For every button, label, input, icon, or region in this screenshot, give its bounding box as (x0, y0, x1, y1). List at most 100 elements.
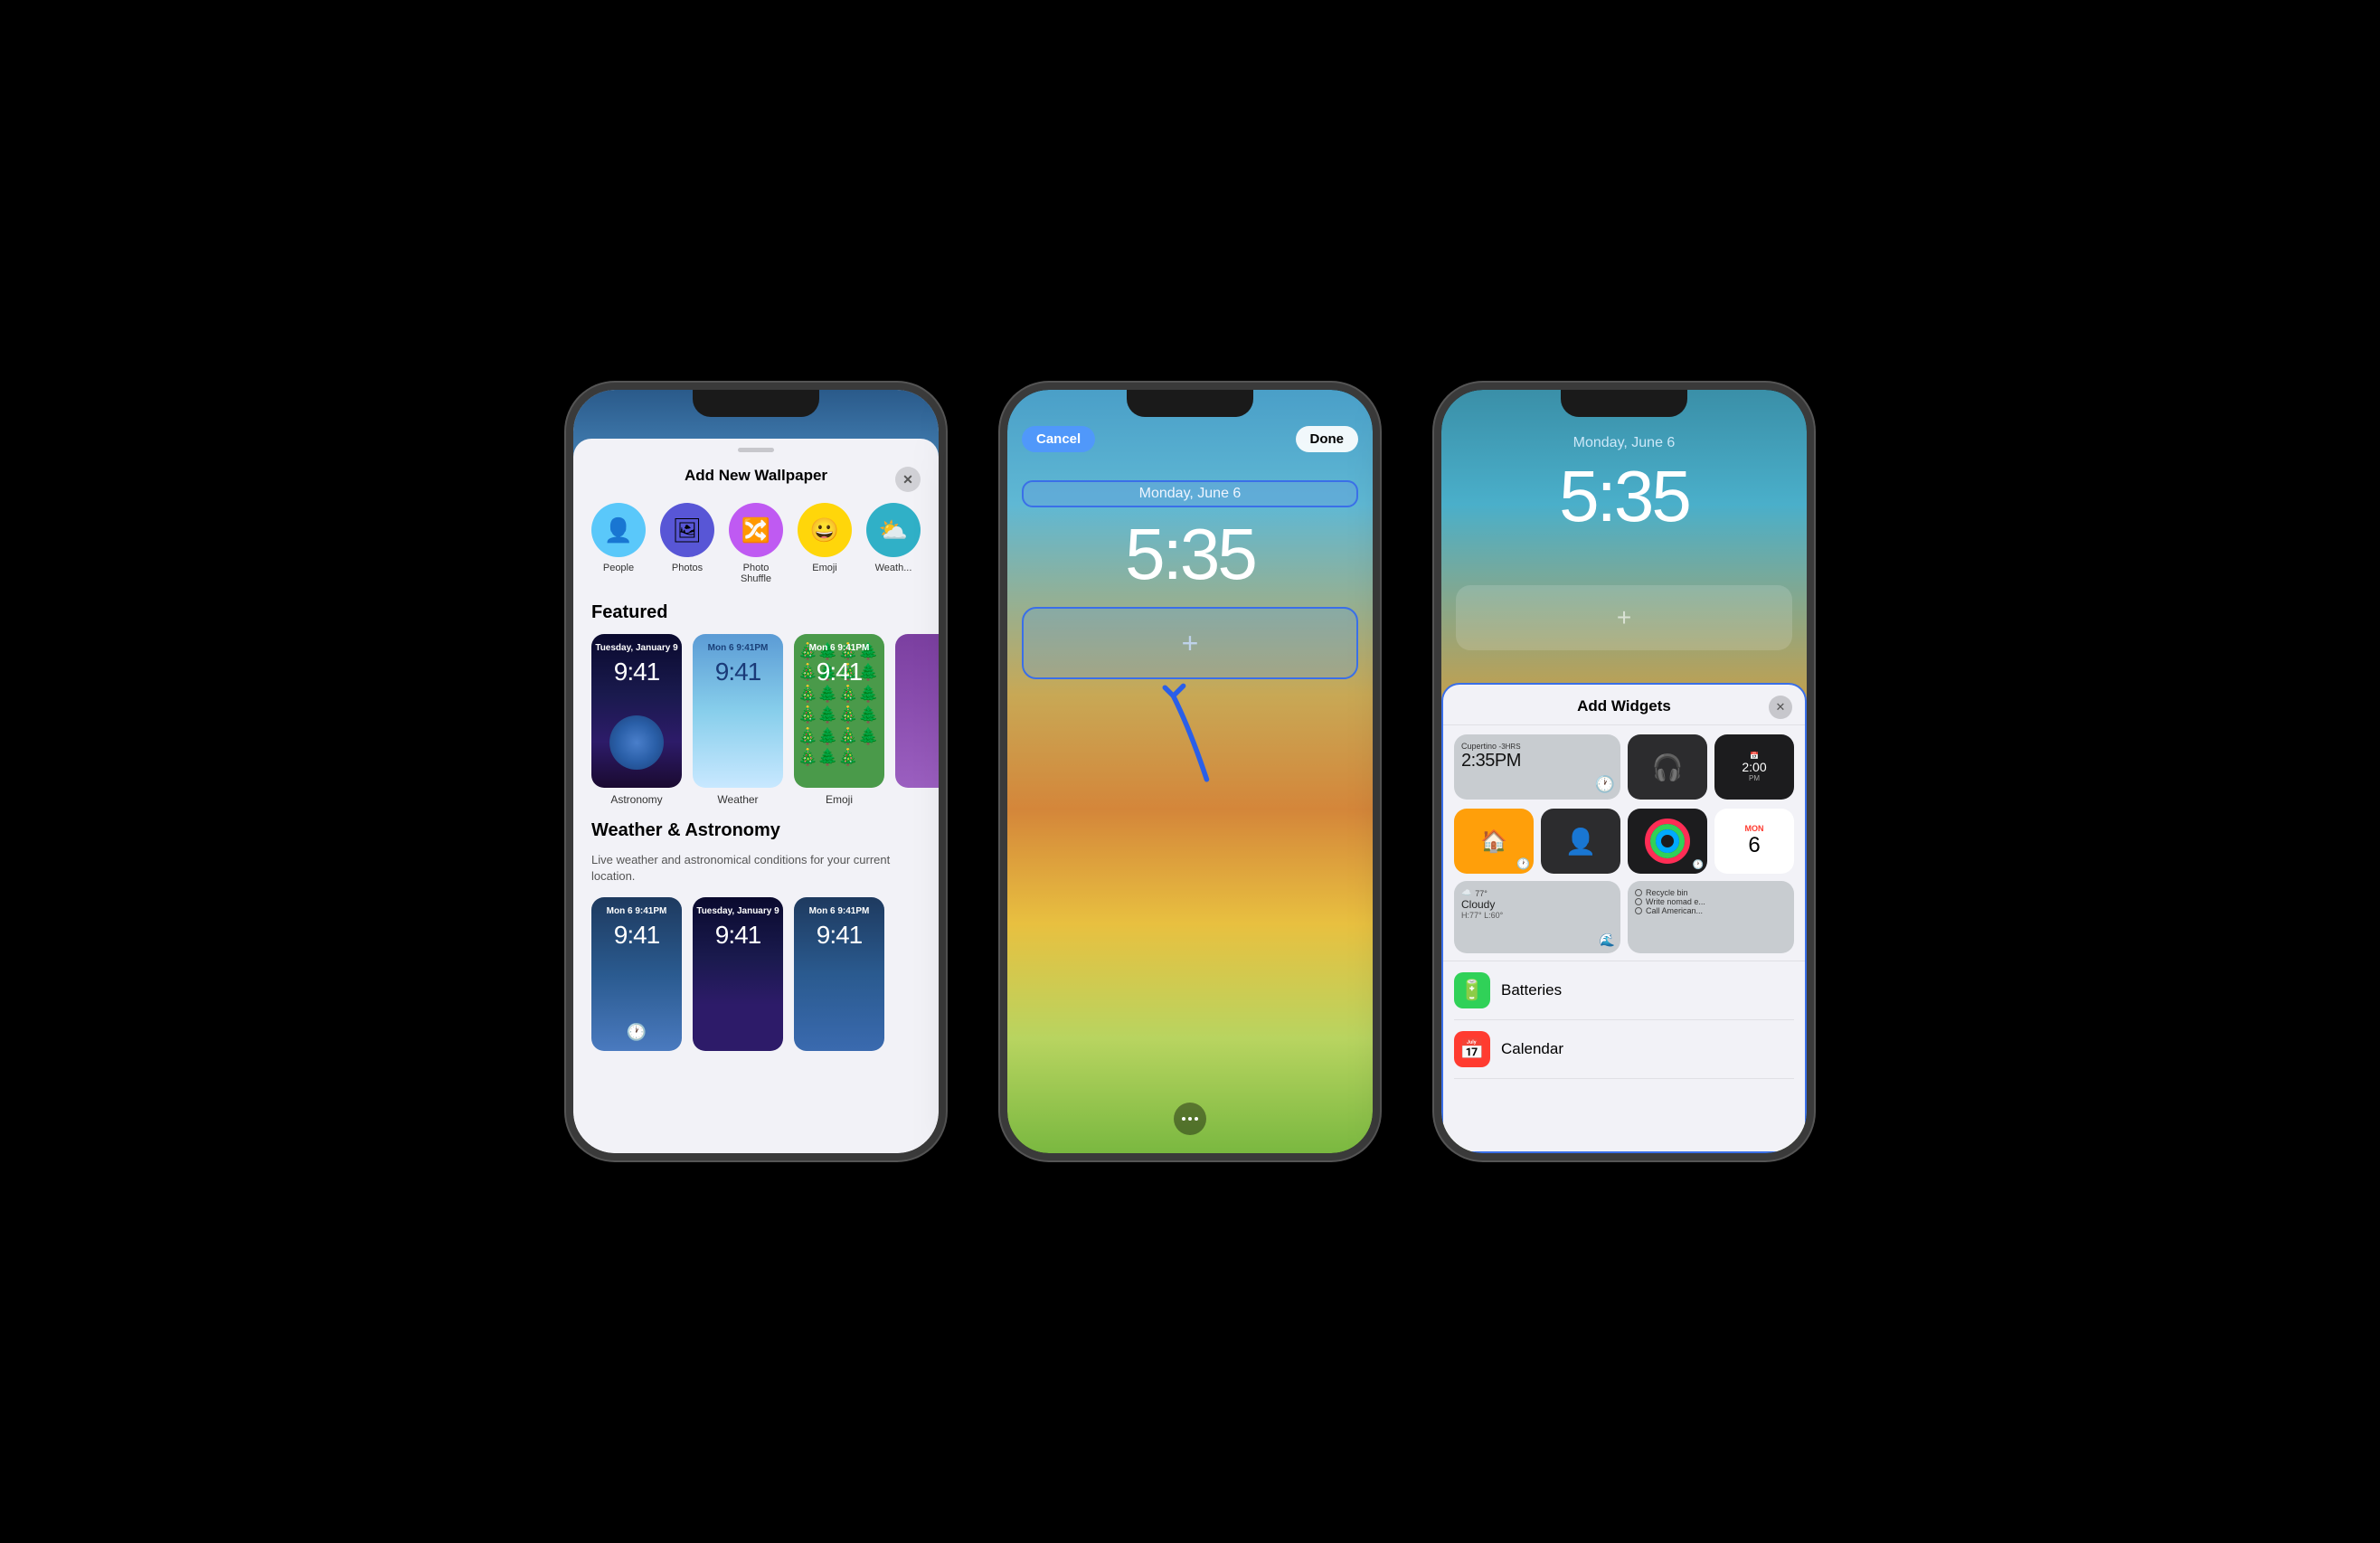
wt3-date: Mon 6 9:41PM (794, 906, 884, 916)
weather-time: 2:35PM (1461, 751, 1521, 772)
dot-1 (1182, 1117, 1185, 1121)
panel-title: Add Widgets (1577, 697, 1671, 715)
power-button-3[interactable] (1812, 553, 1814, 634)
clock-time-value: 2:00 (1742, 760, 1766, 774)
emoji-label: Emoji (826, 793, 853, 806)
phone2-time: 5:35 (1007, 513, 1373, 596)
calendar-day: 6 (1748, 833, 1760, 858)
weather-city: Cupertino -3HRS (1461, 742, 1521, 751)
people-option-icon: 👤 (591, 503, 646, 557)
batteries-list-item[interactable]: 🔋 Batteries (1454, 961, 1794, 1020)
calendar-widget[interactable]: MON 6 (1714, 809, 1794, 874)
weather-thumb-3[interactable]: Mon 6 9:41PM 9:41 (794, 897, 884, 1051)
clock-widget[interactable]: 📅 2:00 PM (1714, 734, 1794, 800)
wallpaper-option-people[interactable]: 👤 People (591, 503, 646, 584)
weather-label: Weather (717, 793, 758, 806)
featured-item-weather[interactable]: Mon 6 9:41PM 9:41 Weather (693, 634, 783, 806)
weather-thumb-2[interactable]: Tuesday, January 9 9:41 (693, 897, 783, 1051)
thumb-clock: 9:41 (591, 658, 682, 686)
volume-up-button[interactable] (566, 516, 568, 571)
calendar-month: MON (1745, 824, 1764, 833)
condition-label: Cloudy (1461, 898, 1495, 911)
weather-small-widget[interactable]: ☁️ 77° Cloudy H:77° L:60° 🌊 (1454, 881, 1620, 953)
user-widget[interactable]: 👤 (1541, 809, 1620, 874)
wallpaper-option-photoshuffle[interactable]: 🔀 PhotoShuffle (729, 503, 783, 584)
activity-ring-inner (1656, 829, 1679, 853)
done-button[interactable]: Done (1296, 426, 1359, 452)
astronomy-thumbnail: Tuesday, January 9 9:41 (591, 634, 682, 788)
reminder-item-3: Call American... (1635, 906, 1703, 915)
wt3-clock: 9:41 (794, 921, 884, 950)
purple-thumb (895, 634, 939, 788)
reminder-item-1: Recycle bin (1635, 888, 1688, 897)
astronomy-label: Astronomy (610, 793, 662, 806)
phone3-add-widget-icon: + (1617, 603, 1631, 632)
phone3-widget-area[interactable]: + (1456, 585, 1792, 650)
weather-option-label: Weath... (875, 563, 912, 573)
weather-widget-large[interactable]: Cupertino -3HRS 2:35PM 🕐 (1454, 734, 1620, 800)
modal-close-button[interactable]: ✕ (895, 467, 921, 492)
widget-grid-row3: ☁️ 77° Cloudy H:77° L:60° 🌊 Recycle bin … (1443, 881, 1805, 961)
featured-item-astronomy[interactable]: Tuesday, January 9 9:41 Astronomy (591, 634, 682, 806)
cancel-button[interactable]: Cancel (1022, 426, 1095, 452)
batteries-icon: 🔋 (1454, 972, 1490, 1008)
volume-down-button-2[interactable] (1000, 589, 1002, 643)
clock-label: PM (1742, 774, 1766, 782)
wt2-date: Tuesday, January 9 (693, 906, 783, 916)
power-button[interactable] (944, 553, 946, 634)
wallpaper-option-emoji[interactable]: 😀 Emoji (798, 503, 852, 584)
airpods-widget[interactable]: 🎧 (1628, 734, 1707, 800)
phone3-screen: Monday, June 6 5:35 + Add Widgets ✕ Cupe… (1441, 390, 1807, 1153)
dot-3 (1195, 1117, 1198, 1121)
photoshuffle-option-icon: 🔀 (729, 503, 783, 557)
emoji-thumbnail: Mon 6 9:41PM 9:41 🎄🌲🎄🌲🎄🌲🎄🌲🎄🌲🎄🌲🎄🌲🎄🌲🎄🌲🎄🌲🎄🌲… (794, 634, 884, 788)
panel-close-button[interactable]: ✕ (1769, 696, 1792, 719)
volume-down-button-3[interactable] (1434, 589, 1436, 643)
phone2-date-bar: Monday, June 6 (1022, 480, 1358, 507)
reminders-widget[interactable]: Recycle bin Write nomad e... Call Americ… (1628, 881, 1794, 953)
weather-thumb-1[interactable]: Mon 6 9:41PM 9:41 🕐 (591, 897, 682, 1051)
wt1-date: Mon 6 9:41PM (591, 906, 682, 916)
wallpaper-option-weather[interactable]: ⛅ Weath... (866, 503, 921, 584)
add-widget-plus-icon: + (1182, 627, 1199, 660)
phone2-dots-menu[interactable] (1174, 1103, 1206, 1135)
power-button-2[interactable] (1378, 553, 1380, 634)
featured-section-title: Featured (573, 602, 939, 634)
phone2-widget-area[interactable]: + (1022, 607, 1358, 679)
calendar-label: Calendar (1501, 1040, 1563, 1058)
photoshuffle-option-label: PhotoShuffle (741, 563, 771, 584)
panel-header: Add Widgets ✕ (1443, 685, 1805, 725)
weather-astronomy-grid: Mon 6 9:41PM 9:41 🕐 Tuesday, January 9 9… (573, 897, 939, 1051)
calendar-list-item[interactable]: 📅 Calendar (1454, 1020, 1794, 1079)
wallpaper-option-photos[interactable]: 🖼 Photos (660, 503, 714, 584)
weather-astronomy-title: Weather & Astronomy (573, 820, 939, 852)
wallpaper-options-row: 👤 People 🖼 Photos 🔀 PhotoShuffle 😀 Emoji… (573, 494, 939, 602)
widget-app-list: 🔋 Batteries 📅 Calendar (1443, 961, 1805, 1079)
volume-down-button[interactable] (566, 589, 568, 643)
people-option-label: People (603, 563, 634, 573)
thumb-date: Tuesday, January 9 (591, 643, 682, 653)
reminder-item-2: Write nomad e... (1635, 897, 1705, 906)
modal-header: Add New Wallpaper ✕ (573, 452, 939, 494)
weather-thumbnail: Mon 6 9:41PM 9:41 (693, 634, 783, 788)
phone-2: Cancel Done Monday, June 6 5:35 + (1000, 383, 1380, 1160)
wt2-clock: 9:41 (693, 921, 783, 950)
thumb-clock-2: 9:41 (693, 658, 783, 686)
weather-astronomy-desc: Live weather and astronomical conditions… (573, 852, 939, 897)
calendar-icon: 📅 (1454, 1031, 1490, 1067)
photos-option-label: Photos (672, 563, 703, 573)
emoji-option-label: Emoji (812, 563, 837, 573)
phone3-time: 5:35 (1441, 455, 1807, 538)
widget-grid-row2: 🏠 🕐 👤 🕐 MON 6 (1443, 809, 1805, 881)
modal-title: Add New Wallpaper (685, 467, 827, 485)
volume-up-button-3[interactable] (1434, 516, 1436, 571)
phone-1: Add New Wallpaper ✕ 👤 People 🖼 Photos 🔀 … (566, 383, 946, 1160)
home-widget[interactable]: 🏠 🕐 (1454, 809, 1534, 874)
phone2-date: Monday, June 6 (1139, 486, 1242, 501)
volume-up-button-2[interactable] (1000, 516, 1002, 571)
dot-2 (1188, 1117, 1192, 1121)
featured-item-emoji[interactable]: Mon 6 9:41PM 9:41 🎄🌲🎄🌲🎄🌲🎄🌲🎄🌲🎄🌲🎄🌲🎄🌲🎄🌲🎄🌲🎄🌲… (794, 634, 884, 806)
phone1-screen: Add New Wallpaper ✕ 👤 People 🖼 Photos 🔀 … (573, 390, 939, 1153)
wt1-clock: 9:41 (591, 921, 682, 950)
fitness-widget[interactable]: 🕐 (1628, 809, 1707, 874)
